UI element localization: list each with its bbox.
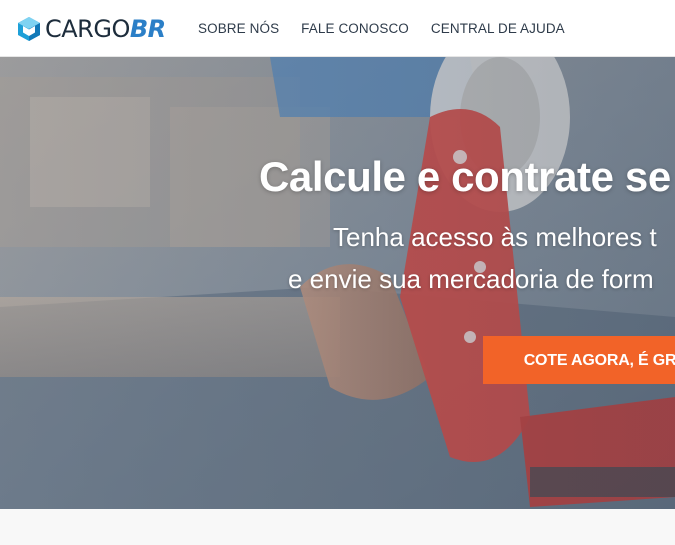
page-below-hero — [0, 509, 675, 545]
main-nav: SOBRE NÓS FALE CONOSCO CENTRAL DE AJUDA — [198, 0, 587, 57]
cube-logo-icon — [18, 17, 40, 41]
nav-link-sobre-nos[interactable]: SOBRE NÓS — [198, 21, 279, 36]
hero-banner: Calcule e contrate se Tenha acesso às me… — [0, 57, 675, 509]
nav-link-fale-conosco[interactable]: FALE CONOSCO — [301, 21, 409, 36]
logo[interactable]: CARGOBR — [16, 16, 166, 42]
nav-link-central-de-ajuda[interactable]: CENTRAL DE AJUDA — [431, 21, 565, 36]
logo-wordmark: CARGOBR — [45, 16, 166, 42]
logo-name-part1: CARGO — [45, 15, 130, 43]
logo-name-part2: BR — [129, 15, 166, 43]
hero-subtitle-line2: e envie sua mercadoria de form — [288, 264, 654, 294]
hero-title: Calcule e contrate se — [259, 153, 671, 200]
top-navbar: CARGOBR SOBRE NÓS FALE CONOSCO CENTRAL D… — [0, 0, 675, 57]
quote-now-button[interactable]: COTE AGORA, É GRÁT — [483, 336, 675, 384]
hero-subtitle-line1: Tenha acesso às melhores t — [333, 222, 657, 252]
